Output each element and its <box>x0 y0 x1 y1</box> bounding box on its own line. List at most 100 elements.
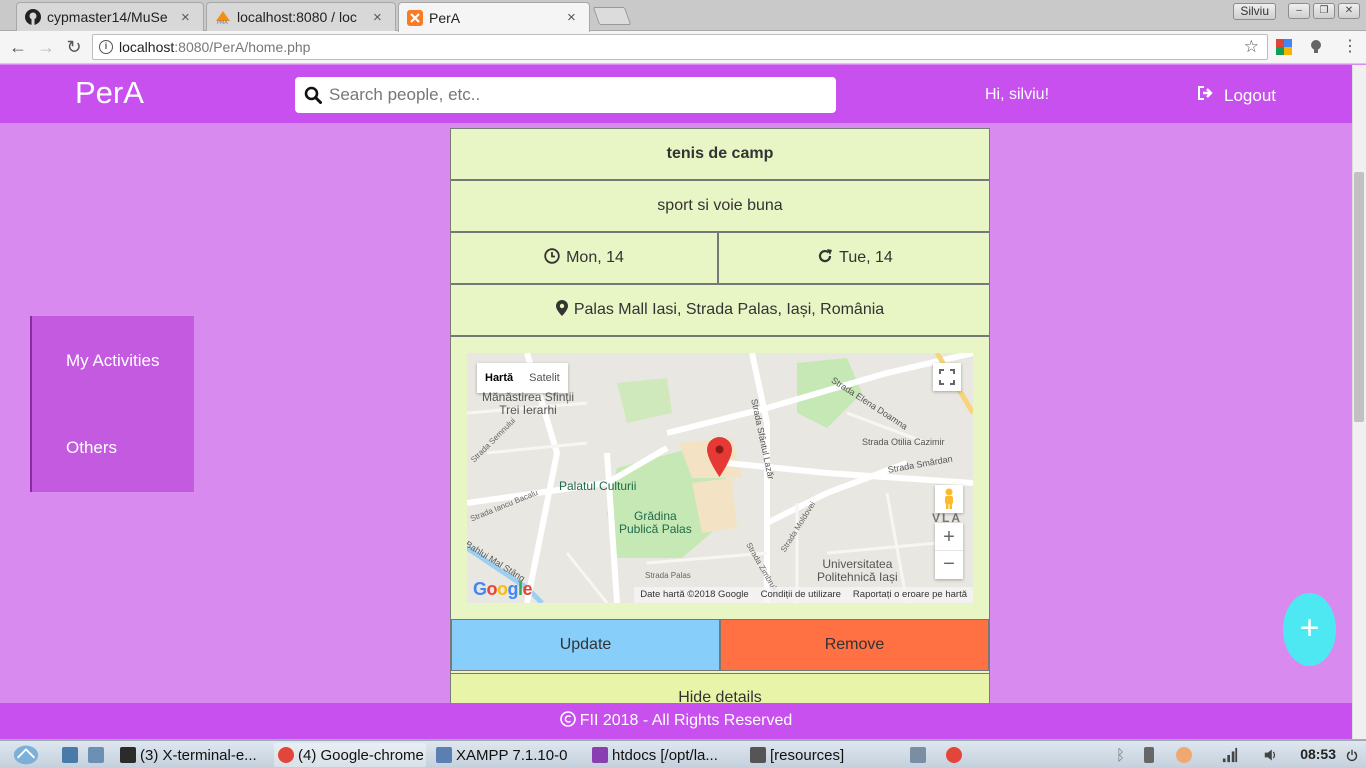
bookmark-star-icon[interactable]: ☆ <box>1244 35 1259 59</box>
workspace-icon[interactable] <box>84 743 110 767</box>
start-menu-icon[interactable] <box>8 743 44 767</box>
taskbar-label: htdocs [/opt/la... <box>612 746 718 764</box>
close-icon[interactable]: × <box>567 9 581 26</box>
terminal-icon <box>120 747 136 763</box>
volume-icon[interactable] <box>1260 743 1282 767</box>
map-type-harta[interactable]: Hartă <box>477 363 521 393</box>
zoom-out-icon[interactable]: − <box>935 551 963 579</box>
browser-tab-phpmyadmin[interactable]: PMA localhost:8080 / loc × <box>206 2 396 31</box>
map-label-otilia-cazimir: Strada Otilia Cazimir <box>862 437 945 447</box>
repeat-icon <box>817 248 833 269</box>
sidebar-item-others[interactable]: Others <box>66 438 117 458</box>
menu-icon[interactable]: ⋮ <box>1342 39 1358 55</box>
activity-dates-row: Mon, 14 Tue, 14 <box>451 232 989 285</box>
clock-icon <box>544 247 560 269</box>
clock[interactable]: 08:53 <box>1300 746 1336 762</box>
power-icon[interactable] <box>1342 743 1362 767</box>
taskbar-item-xampp[interactable]: XAMPP 7.1.10-0 <box>432 743 582 767</box>
map-label-gradina: Grădina Publică Palas <box>619 510 692 536</box>
close-window-icon[interactable]: ✕ <box>1338 3 1360 19</box>
logout-button[interactable]: Logout <box>1197 85 1276 106</box>
phpstorm-icon <box>592 747 608 763</box>
location-text: Palas Mall Iasi, Strada Palas, Iași, Rom… <box>573 301 885 318</box>
taskbar-item-resources[interactable]: [resources] <box>746 743 896 767</box>
activity-location: Palas Mall Iasi, Strada Palas, Iași, Rom… <box>451 285 989 337</box>
profile-chip[interactable]: Silviu <box>1233 3 1276 20</box>
tab-title: PerA <box>429 9 461 26</box>
close-icon[interactable]: × <box>373 9 387 26</box>
map-data-credit: Date hartă ©2018 Google <box>640 589 749 600</box>
taskbar-item-phpstorm[interactable]: htdocs [/opt/la... <box>588 743 740 767</box>
browser-tab-github[interactable]: cypmaster14/MuSe × <box>16 2 204 31</box>
tray-chrome-icon[interactable] <box>942 743 970 767</box>
copyright-icon <box>559 710 576 732</box>
taskbar-label: XAMPP 7.1.10-0 <box>456 746 568 764</box>
end-date-text: Tue, 14 <box>839 249 893 266</box>
update-button[interactable]: Update <box>451 619 720 671</box>
minimize-icon[interactable]: – <box>1288 3 1310 19</box>
activity-description: sport si voie buna <box>451 181 989 233</box>
location-pin-icon[interactable] <box>707 437 732 482</box>
forward-icon[interactable]: → <box>34 36 58 58</box>
back-icon[interactable]: ← <box>6 36 30 58</box>
taskbar-item-terminal[interactable]: (3) X-terminal-e... <box>116 743 266 767</box>
tab-title: localhost:8080 / loc <box>237 9 357 25</box>
zoom-control: + − <box>935 523 963 579</box>
map-type-satelit[interactable]: Satelit <box>521 363 568 393</box>
notification-icon[interactable] <box>1172 743 1194 767</box>
browser-tab-pera[interactable]: PerA × <box>398 2 590 32</box>
start-date-text: Mon, 14 <box>566 249 624 266</box>
taskbar-item-chrome[interactable]: (4) Google-chrome <box>274 743 426 767</box>
logout-icon <box>1197 85 1215 106</box>
map-label-universitatea: Universitatea Politehnică Iași <box>817 558 898 584</box>
fullscreen-icon[interactable] <box>933 363 961 391</box>
remove-button[interactable]: Remove <box>720 619 989 671</box>
end-date: Tue, 14 <box>721 232 989 284</box>
address-bar[interactable]: i localhost:8080/PerA/home.php ☆ <box>92 34 1268 60</box>
window-icon <box>436 747 452 763</box>
search-input[interactable] <box>329 77 829 113</box>
extension-icon[interactable] <box>1276 39 1292 55</box>
site-footer: FII 2018 - All Rights Reserved <box>0 703 1352 739</box>
map-report-link[interactable]: Raportați o eroare pe hartă <box>853 587 967 603</box>
activity-card: tenis de camp sport si voie buna Mon, 14… <box>450 128 990 739</box>
street-view-icon[interactable] <box>935 485 963 513</box>
greeting-text: Hi, silviu! <box>985 86 1050 103</box>
start-date: Mon, 14 <box>451 232 719 284</box>
xampp-icon <box>407 9 423 26</box>
info-icon[interactable]: i <box>99 40 113 54</box>
activity-title: tenis de camp <box>451 129 989 181</box>
address-host: localhost <box>119 39 175 55</box>
close-icon[interactable]: × <box>181 9 195 26</box>
tray-spacer <box>978 743 1108 767</box>
lightbulb-extension-icon[interactable] <box>1308 39 1324 55</box>
network-icon[interactable] <box>1218 743 1242 767</box>
taskbar-label: (4) Google-chrome <box>298 746 424 764</box>
address-path: :8080/PerA/home.php <box>174 39 311 55</box>
brand-logo[interactable]: PerA <box>75 75 144 111</box>
bluetooth-icon[interactable]: ᛒ <box>1112 743 1128 767</box>
new-tab-button[interactable] <box>592 7 632 25</box>
github-icon <box>25 9 41 25</box>
search-box[interactable] <box>295 77 836 113</box>
map-terms-link[interactable]: Condiții de utilizare <box>761 587 841 603</box>
browser-tabstrip: cypmaster14/MuSe × PMA localhost:8080 / … <box>0 0 1366 32</box>
zoom-in-icon[interactable]: + <box>935 523 963 551</box>
sidebar-item-my-activities[interactable]: My Activities <box>66 351 160 371</box>
tray-window-icon[interactable] <box>906 743 932 767</box>
location-map[interactable]: Hartă Satelit Mănăstirea Sfinții Trei Ie… <box>467 353 973 603</box>
show-desktop-icon[interactable] <box>58 743 80 767</box>
scrollbar-thumb[interactable] <box>1354 172 1364 422</box>
chrome-icon <box>278 747 294 763</box>
add-activity-button[interactable]: + <box>1283 593 1336 666</box>
phpmyadmin-icon: PMA <box>215 9 231 25</box>
map-label-manastirea: Mănăstirea Sfinții Trei Ierarhi <box>482 391 574 417</box>
map-label-line: Trei Ierarhi <box>499 403 557 417</box>
site-header: PerA Hi, silviu! Logout <box>0 65 1352 123</box>
reload-icon[interactable]: ↻ <box>62 36 86 58</box>
taskbar-label: [resources] <box>770 746 845 764</box>
battery-icon[interactable] <box>1140 743 1162 767</box>
maximize-icon[interactable]: ❐ <box>1313 3 1335 19</box>
google-logo[interactable]: Google <box>473 579 533 600</box>
map-label-line: Politehnică Iași <box>817 570 898 584</box>
